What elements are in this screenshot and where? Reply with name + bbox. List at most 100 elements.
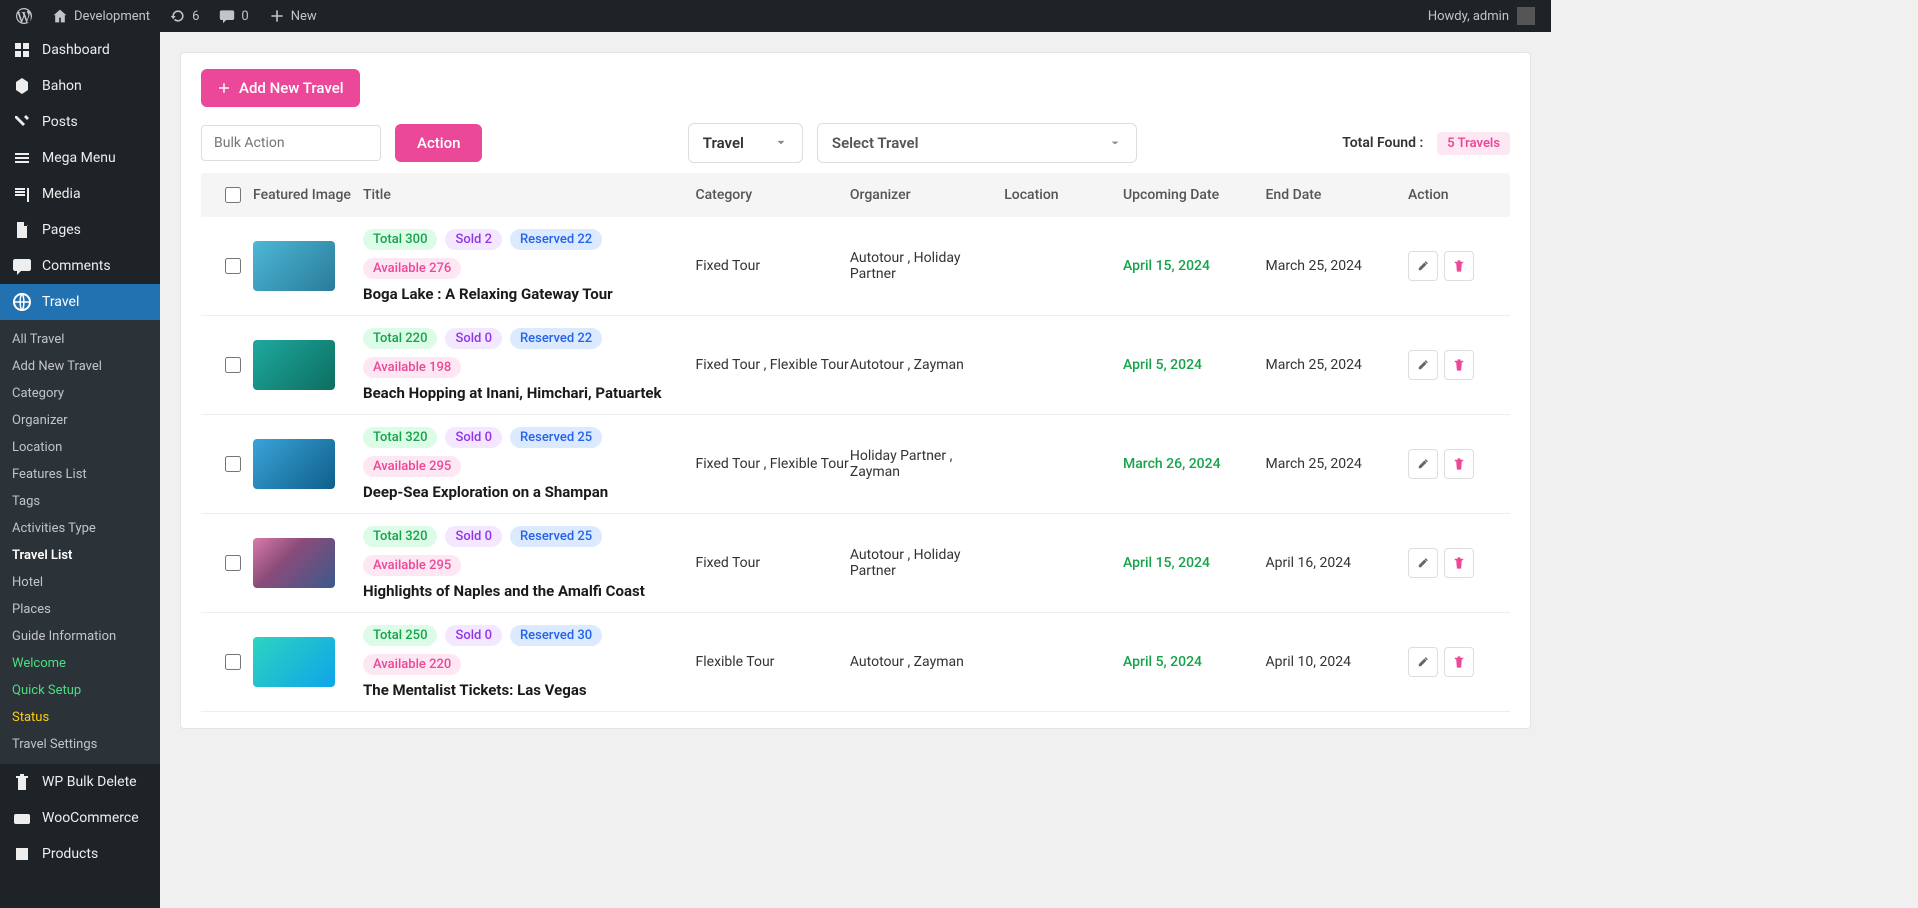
submenu-item-hotel[interactable]: Hotel: [0, 569, 160, 596]
menu-item-media[interactable]: Media: [0, 176, 160, 212]
action-button[interactable]: Action: [395, 124, 482, 162]
delete-button[interactable]: [1444, 350, 1474, 380]
menu-item-travel[interactable]: Travel: [0, 284, 160, 320]
travel-title[interactable]: Deep-Sea Exploration on a Shampan: [363, 483, 696, 501]
edit-button[interactable]: [1408, 548, 1438, 578]
delete-button[interactable]: [1444, 548, 1474, 578]
travel-table: Featured Image Title Category Organizer …: [201, 173, 1510, 712]
travel-title[interactable]: Boga Lake : A Relaxing Gateway Tour: [363, 285, 696, 303]
travel-type-dropdown[interactable]: Travel: [688, 123, 803, 163]
plus-icon: [269, 8, 285, 24]
updates[interactable]: 6: [162, 0, 207, 32]
submenu-item-category[interactable]: Category: [0, 380, 160, 407]
submenu-item-welcome[interactable]: Welcome: [0, 650, 160, 677]
bulk-action-input[interactable]: [201, 125, 381, 161]
submenu-item-places[interactable]: Places: [0, 596, 160, 623]
category-cell: Fixed Tour: [696, 258, 850, 274]
organizer-cell: Autotour , Holiday Partner: [850, 547, 1004, 579]
menu-item-comments[interactable]: Comments: [0, 248, 160, 284]
submenu-item-add-new-travel[interactable]: Add New Travel: [0, 353, 160, 380]
organizer-cell: Autotour , Holiday Partner: [850, 250, 1004, 282]
wp-logo[interactable]: [8, 0, 40, 32]
edit-icon: [1416, 556, 1430, 570]
submenu-item-organizer[interactable]: Organizer: [0, 407, 160, 434]
row-checkbox[interactable]: [225, 555, 241, 571]
category-cell: Flexible Tour: [696, 654, 850, 670]
table-header: Featured Image Title Category Organizer …: [201, 173, 1510, 217]
delete-button[interactable]: [1444, 449, 1474, 479]
submenu-item-activities-type[interactable]: Activities Type: [0, 515, 160, 542]
travel-icon: [12, 292, 32, 312]
edit-button[interactable]: [1408, 251, 1438, 281]
home-icon: [52, 8, 68, 24]
category-cell: Fixed Tour , Flexible Tour: [696, 456, 850, 472]
featured-image: [253, 637, 335, 687]
organizer-cell: Holiday Partner , Zayman: [850, 448, 1004, 480]
select-all-checkbox[interactable]: [225, 187, 241, 203]
col-organizer: Organizer: [850, 187, 1004, 203]
row-checkbox[interactable]: [225, 357, 241, 373]
edit-button[interactable]: [1408, 449, 1438, 479]
submenu-item-travel-list[interactable]: Travel List: [0, 542, 160, 569]
new-content[interactable]: New: [261, 0, 325, 32]
submenu-item-features-list[interactable]: Features List: [0, 461, 160, 488]
trash-icon: [1452, 358, 1466, 372]
comments-icon: [12, 256, 32, 276]
menu-item-products[interactable]: Products: [0, 836, 160, 872]
row-checkbox[interactable]: [225, 654, 241, 670]
col-title: Title: [363, 187, 696, 203]
edit-button[interactable]: [1408, 350, 1438, 380]
row-checkbox[interactable]: [225, 258, 241, 274]
select-travel-dropdown[interactable]: Select Travel: [817, 123, 1137, 163]
travel-title[interactable]: Beach Hopping at Inani, Himchari, Patuar…: [363, 384, 696, 402]
menu-item-mega-menu[interactable]: Mega Menu: [0, 140, 160, 176]
sold-badge: Sold 0: [445, 526, 502, 547]
menu-item-dashboard[interactable]: Dashboard: [0, 32, 160, 68]
update-icon: [170, 8, 186, 24]
delete-button[interactable]: [1444, 647, 1474, 677]
user-menu[interactable]: Howdy, admin: [1428, 7, 1543, 25]
reserved-badge: Reserved 25: [510, 427, 602, 448]
comments[interactable]: 0: [211, 0, 256, 32]
menu-item-woocommerce[interactable]: WooCommerce: [0, 800, 160, 836]
submenu-item-quick-setup[interactable]: Quick Setup: [0, 677, 160, 704]
total-found-badge: 5 Travels: [1437, 132, 1510, 155]
submenu-item-guide-information[interactable]: Guide Information: [0, 623, 160, 650]
row-checkbox[interactable]: [225, 456, 241, 472]
table-row: Total 250 Sold 0 Reserved 30 Available 2…: [201, 613, 1510, 712]
travel-title[interactable]: The Mentalist Tickets: Las Vegas: [363, 681, 696, 699]
travel-title[interactable]: Highlights of Naples and the Amalfi Coas…: [363, 582, 696, 600]
available-badge: Available 295: [363, 456, 461, 477]
submenu-item-location[interactable]: Location: [0, 434, 160, 461]
site-name[interactable]: Development: [44, 0, 158, 32]
add-new-travel-button[interactable]: Add New Travel: [201, 69, 360, 107]
menu-item-wp-bulk-delete[interactable]: WP Bulk Delete: [0, 764, 160, 800]
caret-down-icon: [1108, 136, 1122, 150]
sold-badge: Sold 2: [445, 229, 502, 250]
submenu-item-all-travel[interactable]: All Travel: [0, 326, 160, 353]
woocommerce-icon: [12, 808, 32, 828]
edit-button[interactable]: [1408, 647, 1438, 677]
upcoming-date-cell: April 15, 2024: [1123, 555, 1266, 571]
table-row: Total 300 Sold 2 Reserved 22 Available 2…: [201, 217, 1510, 316]
menu-label: Mega Menu: [42, 150, 116, 166]
table-row: Total 320 Sold 0 Reserved 25 Available 2…: [201, 514, 1510, 613]
col-upcoming-date: Upcoming Date: [1123, 187, 1266, 203]
end-date-cell: April 16, 2024: [1266, 555, 1409, 571]
wordpress-icon: [16, 8, 32, 24]
submenu-item-status[interactable]: Status: [0, 704, 160, 731]
menu-item-posts[interactable]: Posts: [0, 104, 160, 140]
edit-icon: [1416, 655, 1430, 669]
menu-item-bahon[interactable]: Bahon: [0, 68, 160, 104]
submenu-item-travel-settings[interactable]: Travel Settings: [0, 731, 160, 758]
edit-icon: [1416, 457, 1430, 471]
menu-label: Products: [42, 846, 98, 862]
trash-icon: [1452, 655, 1466, 669]
reserved-badge: Reserved 22: [510, 328, 602, 349]
avatar: [1517, 7, 1535, 25]
submenu-item-tags[interactable]: Tags: [0, 488, 160, 515]
reserved-badge: Reserved 22: [510, 229, 602, 250]
menu-item-pages[interactable]: Pages: [0, 212, 160, 248]
featured-image: [253, 439, 335, 489]
delete-button[interactable]: [1444, 251, 1474, 281]
